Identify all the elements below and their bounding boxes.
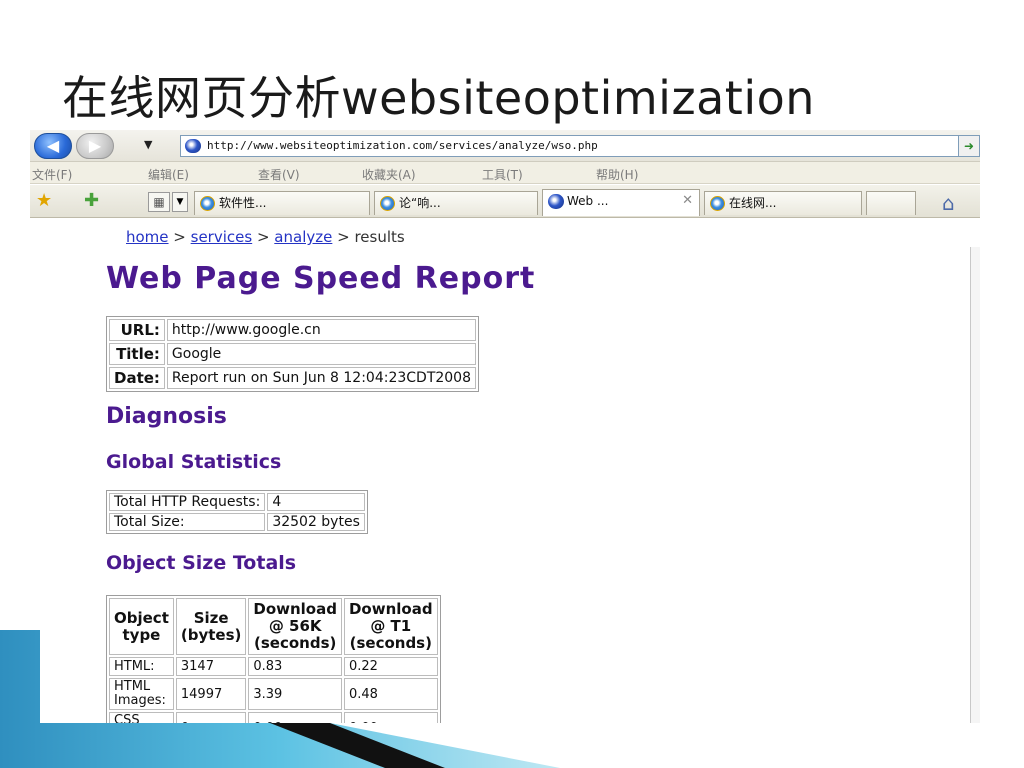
meta-value: Report run on Sun Jun 8 12:04:23CDT2008 — [166, 367, 477, 389]
slide-decoration-ribbon — [0, 630, 560, 768]
ie-page-icon — [380, 196, 395, 211]
forward-button[interactable]: ▶ — [76, 133, 114, 159]
address-text[interactable]: http://www.websiteoptimization.com/servi… — [207, 139, 598, 152]
tab-label: 软件性... — [219, 196, 267, 210]
address-bar[interactable]: http://www.websiteoptimization.com/servi… — [180, 135, 960, 157]
arrow-left-icon: ◀ — [46, 136, 60, 155]
table-row: Total Size: 32502 bytes — [109, 513, 365, 531]
breadcrumb-separator: > — [332, 228, 355, 246]
go-arrow-icon[interactable]: ➜ — [958, 135, 980, 157]
breadcrumb-current: results — [354, 228, 405, 246]
meta-value: Google — [166, 343, 477, 365]
add-favorite-icon[interactable]: ✚ — [84, 190, 99, 211]
meta-value: http://www.google.cn — [166, 319, 477, 341]
menu-view[interactable]: 查看(V) — [258, 166, 300, 183]
meta-label: URL: — [109, 319, 165, 341]
breadcrumb-home-link[interactable]: home — [126, 228, 169, 246]
tab-label: 在线网... — [729, 196, 777, 210]
site-favicon-icon — [185, 139, 201, 153]
report-title: Web Page Speed Report — [106, 261, 536, 296]
site-favicon-icon — [548, 194, 564, 209]
back-button[interactable]: ◀ — [34, 133, 72, 159]
report-meta-table: URL: http://www.google.cn Title: Google … — [106, 316, 480, 392]
address-toolbar: ◀ ▶ ▼ http://www.websiteoptimization.com… — [30, 130, 980, 162]
ie-page-icon — [710, 196, 725, 211]
meta-label: Date: — [109, 367, 165, 389]
table-row: Total HTTP Requests: 4 — [109, 493, 365, 511]
home-icon[interactable]: ⌂ — [942, 191, 955, 215]
menu-favorites[interactable]: 收藏夹(A) — [362, 166, 416, 183]
diagnosis-heading: Diagnosis — [106, 404, 227, 429]
breadcrumb-analyze-link[interactable]: analyze — [274, 228, 332, 246]
meta-label: Title: — [109, 343, 165, 365]
tab-label: 论“响... — [399, 196, 441, 210]
tab-online[interactable]: 在线网... — [704, 191, 862, 215]
table-row: URL: http://www.google.cn — [109, 319, 477, 341]
tab-list-dropdown-icon[interactable]: ▼ — [172, 192, 188, 212]
history-dropdown-icon[interactable]: ▼ — [144, 138, 152, 151]
close-tab-icon[interactable]: ✕ — [682, 190, 693, 212]
ie-page-icon — [200, 196, 215, 211]
menu-help[interactable]: 帮助(H) — [596, 166, 638, 183]
tab-bar: ★ ✚ ▦ ▼ 软件性... 论“响... Web ... ✕ 在线网... ⌂ — [30, 185, 980, 218]
arrow-right-icon: ▶ — [88, 136, 102, 155]
tab-response[interactable]: 论“响... — [374, 191, 538, 215]
table-row: Title: Google — [109, 343, 477, 365]
breadcrumb: home > services > analyze > results — [126, 228, 405, 246]
slide-title: 在线网页分析websiteoptimization — [62, 71, 815, 125]
tab-web-active[interactable]: Web ... ✕ — [542, 189, 700, 216]
breadcrumb-services-link[interactable]: services — [191, 228, 253, 246]
favorites-star-icon[interactable]: ★ — [36, 190, 52, 211]
breadcrumb-separator: > — [168, 228, 191, 246]
tab-label: Web ... — [567, 194, 609, 208]
tab-software[interactable]: 软件性... — [194, 191, 370, 215]
menu-file[interactable]: 文件(F) — [32, 166, 72, 183]
global-statistics-table: Total HTTP Requests: 4 Total Size: 32502… — [106, 490, 368, 534]
menu-tools[interactable]: 工具(T) — [482, 166, 523, 183]
object-size-totals-heading: Object Size Totals — [106, 552, 297, 574]
table-row: Date: Report run on Sun Jun 8 12:04:23CD… — [109, 367, 477, 389]
menu-bar: 文件(F) 编辑(E) 查看(V) 收藏夹(A) 工具(T) 帮助(H) — [30, 162, 980, 184]
quick-tabs-icon[interactable]: ▦ — [148, 192, 170, 212]
stat-value: 32502 bytes — [267, 513, 365, 531]
global-statistics-heading: Global Statistics — [106, 451, 282, 473]
stat-value: 4 — [267, 493, 365, 511]
new-tab-button[interactable] — [866, 191, 916, 215]
stat-label: Total HTTP Requests: — [109, 493, 266, 511]
breadcrumb-separator: > — [252, 228, 275, 246]
stat-label: Total Size: — [109, 513, 266, 531]
menu-edit[interactable]: 编辑(E) — [148, 166, 189, 183]
